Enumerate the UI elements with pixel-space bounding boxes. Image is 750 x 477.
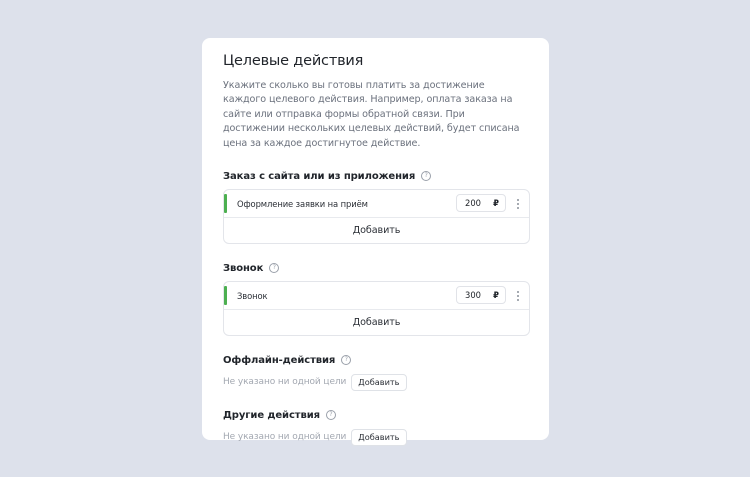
description: Укажите сколько вы готовы платить за дос… (223, 80, 520, 149)
goal-price-input[interactable]: 300 ₽ (456, 286, 506, 305)
page-title: Целевые действия (223, 53, 364, 69)
section-other-label: Другие действия (223, 409, 320, 421)
help-icon[interactable]: ? (325, 410, 336, 421)
section-offline-label: Оффлайн-действия (223, 354, 336, 366)
currency-label: ₽ (493, 290, 499, 301)
goal-label: Звонок (237, 290, 268, 301)
add-offline-goal-button[interactable]: Добавить (351, 373, 407, 391)
goal-label: Оформление заявки на приём (237, 198, 368, 209)
offline-empty-state: Не указано ни одной цели Добавить (223, 373, 529, 391)
help-icon[interactable]: ? (421, 171, 432, 182)
empty-text: Не указано ни одной цели (223, 432, 347, 443)
goal-price-input[interactable]: 200 ₽ (456, 194, 506, 213)
help-icon[interactable]: ? (269, 263, 280, 274)
goal-price-value[interactable]: 200 (465, 198, 493, 208)
order-goals-box: Оформление заявки на приём 200 ₽ Добавит… (223, 189, 530, 245)
goal-accent-bar (224, 286, 227, 306)
more-vertical-icon[interactable] (516, 199, 519, 210)
target-actions-card: Целевые действия Укажите сколько вы гото… (202, 38, 549, 446)
goal-price-value[interactable]: 300 (465, 290, 493, 300)
more-vertical-icon[interactable] (516, 291, 519, 302)
section-order-label: Заказ с сайта или из приложения (223, 170, 416, 182)
section-call-label: Звонок (223, 262, 264, 274)
section-call-title: Звонок ? (223, 261, 529, 275)
other-empty-state: Не указано ни одной цели Добавить (223, 428, 529, 446)
add-call-goal-button[interactable]: Добавить (224, 310, 529, 335)
add-order-goal-button[interactable]: Добавить (224, 218, 529, 243)
goal-accent-bar (224, 194, 227, 214)
currency-label: ₽ (493, 198, 499, 209)
call-goals-box: Звонок 300 ₽ Добавить (223, 281, 530, 337)
goal-row: Звонок 300 ₽ (224, 282, 529, 311)
add-other-goal-button[interactable]: Добавить (351, 428, 407, 446)
help-icon[interactable]: ? (341, 355, 352, 366)
section-order-title: Заказ с сайта или из приложения ? (223, 169, 529, 183)
section-offline-title: Оффлайн-действия ? (223, 353, 529, 367)
goal-row: Оформление заявки на приём 200 ₽ (224, 190, 529, 219)
section-other-title: Другие действия ? (223, 408, 529, 422)
empty-text: Не указано ни одной цели (223, 377, 347, 388)
